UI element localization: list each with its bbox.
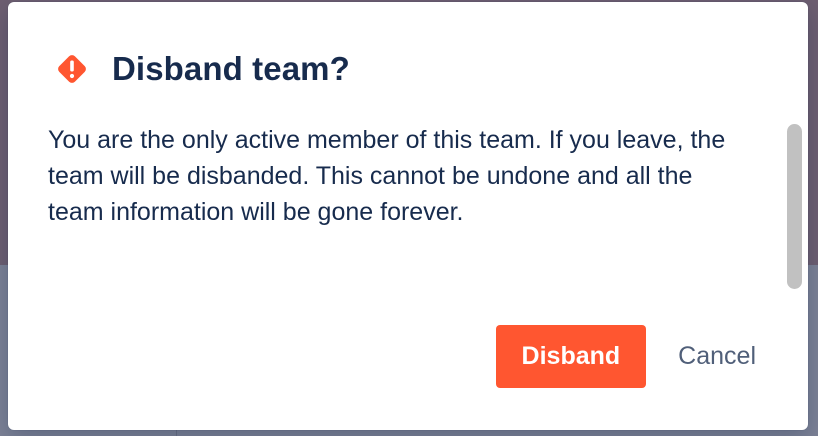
dialog-title: Disband team?: [112, 50, 350, 87]
dialog-footer: Disband Cancel: [495, 324, 764, 388]
dialog-body: You are the only active member of this t…: [48, 122, 788, 297]
cancel-button[interactable]: Cancel: [670, 325, 764, 388]
disband-button[interactable]: Disband: [495, 324, 647, 388]
disband-team-dialog: Disband team? You are the only active me…: [8, 2, 808, 430]
dialog-message: You are the only active member of this t…: [48, 126, 726, 226]
scrollbar-thumb[interactable]: [787, 124, 802, 289]
dialog-scrollbar[interactable]: [784, 120, 806, 298]
dialog-header: Disband team?: [52, 44, 350, 94]
warning-icon: [52, 49, 92, 89]
